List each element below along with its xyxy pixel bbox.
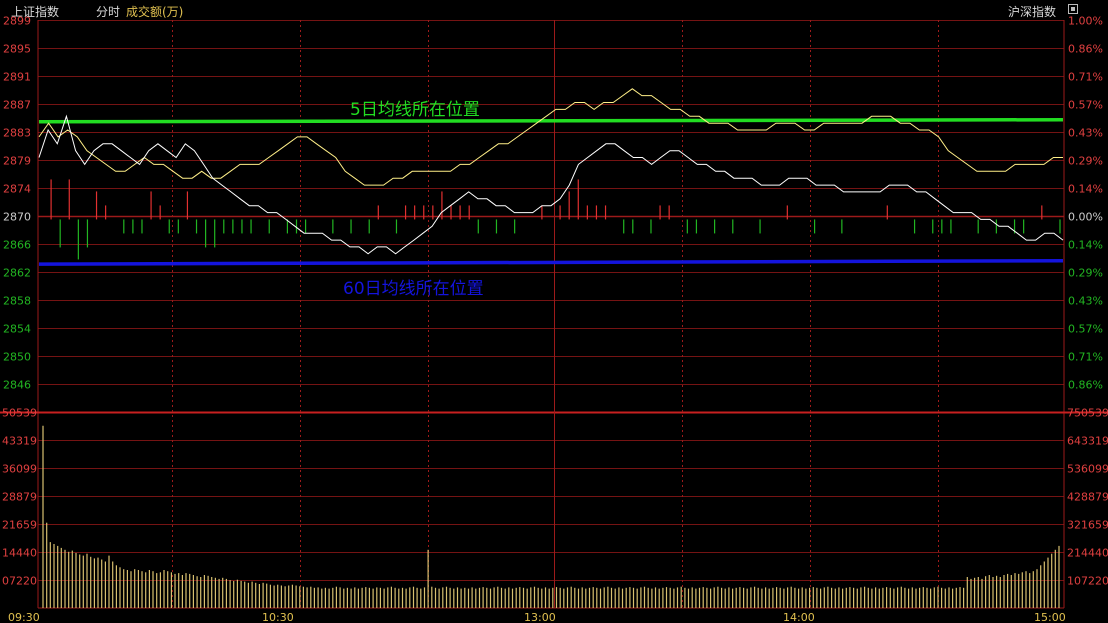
volume-tick-label: 36099 [2,463,37,476]
price-tick-label: 2862 [3,267,31,280]
price-tick-label: 2870 [3,211,31,224]
volume-tick-label: 07220 [2,575,37,588]
pct-tick-label: 0.57% [1068,99,1103,112]
price-tick-label: 2850 [3,351,31,364]
time-axis-label: 09:30 [8,611,40,623]
volume-tick-label: 28879 [2,491,37,504]
volume-tick-label-right: 428879 [1067,491,1108,504]
volume-tick-label: 14440 [2,547,37,560]
index-name[interactable]: 上证指数 [11,3,59,20]
price-tick-label: 2846 [3,379,31,392]
time-axis-label: 10:30 [262,611,294,623]
ma60-annotation: 60日均线所在位置 [343,279,484,299]
ma5-annotation: 5日均线所在位置 [350,100,480,120]
time-axis-label: 13:00 [524,611,556,623]
pct-tick-label: 0.71% [1068,71,1103,84]
ma5-line [38,117,1064,124]
price-tick-label: 2854 [3,323,31,336]
volume-tick-label-right: 107220 [1067,575,1108,588]
price-tick-label: 2887 [3,99,31,112]
maximize-icon[interactable] [1068,4,1078,14]
price-tick-label: 2891 [3,71,31,84]
indicator-label[interactable]: 成交额(万) [126,3,183,20]
price-tick-label: 2879 [3,155,31,168]
price-tick-label: 2895 [3,43,31,56]
intraday-chart-window: 上证指数 分时 成交额(万) 沪深指数 2899 1.00% 2895 0.86% 28… [0,0,1108,623]
pct-tick-label: 0.57% [1068,323,1103,336]
pct-tick-label: 0.14% [1068,239,1103,252]
price-tick-label: 2866 [3,239,31,252]
volume-tick-label-right: 214440 [1067,547,1108,560]
market-selector-label[interactable]: 沪深指数 [1008,3,1056,20]
pct-tick-label: 0.86% [1068,379,1103,392]
price-tick-label: 2883 [3,127,31,140]
volume-tick-label: 21659 [2,519,37,532]
pct-tick-label: 0.29% [1068,267,1103,280]
average-price-line [38,88,1063,186]
pct-tick-label: 0.86% [1068,43,1103,56]
volume-tick-label: 43319 [2,435,37,448]
volume-tick-label-right: 643319 [1067,435,1108,448]
price-tick-label: 2858 [3,295,31,308]
volume-tick-label-right: 536099 [1067,463,1108,476]
volume-tick-label-right: 750539 [1067,407,1108,420]
chart-canvas[interactable]: 2899 1.00%2895 0.86%2891 0.71%2887 0.57%2883… [0,0,1108,623]
ma60-line [38,258,1064,266]
time-axis-label: 14:00 [783,611,815,623]
pct-tick-label: 0.43% [1068,127,1103,140]
pct-tick-label: 0.29% [1068,155,1103,168]
pct-tick-label: 0.14% [1068,183,1103,196]
price-tick-label: 2874 [3,183,31,196]
pct-tick-label: 0.43% [1068,295,1103,308]
chart-header: 上证指数 分时 成交额(万) 沪深指数 [0,0,1108,20]
price-line [38,114,1064,255]
volume-tick-label-right: 321659 [1067,519,1108,532]
time-axis-label: 15:00 [1034,611,1066,623]
pct-tick-label: 0.00% [1068,211,1103,224]
volume-tick-label: 50539 [2,407,37,420]
pct-tick-label: 0.71% [1068,351,1103,364]
chart-mode-label[interactable]: 分时 [96,3,120,20]
